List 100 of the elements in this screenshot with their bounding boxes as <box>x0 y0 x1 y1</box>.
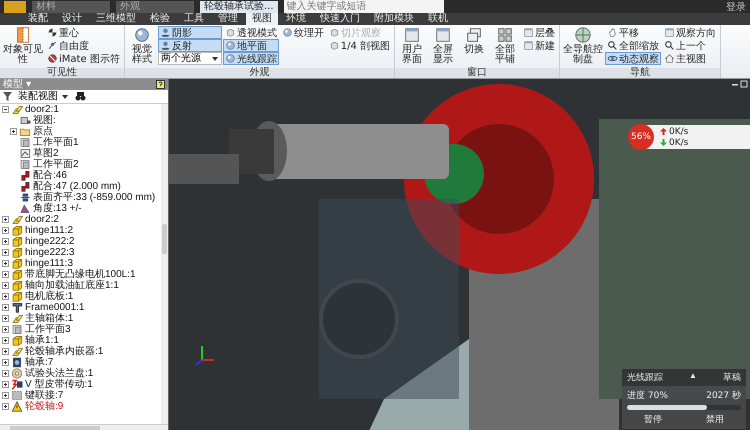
ribbon-tab[interactable]: 管理 <box>212 13 244 25</box>
tree-item[interactable]: door2:2 <box>25 214 59 225</box>
ribbon-button[interactable]: 光线跟踪 <box>222 52 279 65</box>
quality-setting[interactable]: 草稿 <box>722 371 741 384</box>
ribbon-button[interactable]: 切换 <box>459 26 490 55</box>
ribbon-tab[interactable]: 视图 <box>246 13 278 25</box>
tree-item[interactable]: 配合:46 <box>33 170 67 181</box>
ribbon-button[interactable]: 全部缩放 <box>605 39 662 52</box>
ribbon-button[interactable]: 透视模式 <box>222 26 279 39</box>
ribbon-tab[interactable]: 检验 <box>144 13 176 25</box>
scrollbar[interactable] <box>161 104 168 424</box>
network-speed-widget[interactable]: 56% 0K/s 0K/s <box>630 125 750 149</box>
ribbon-button[interactable]: 1/4 剖视图 <box>326 39 392 52</box>
ribbon-tab[interactable]: 环境 <box>280 13 312 25</box>
tree-item[interactable]: 键联接:7 <box>25 390 64 401</box>
tree-item[interactable]: 角度:13 +/- <box>33 203 82 214</box>
tree-item[interactable]: door2:1 <box>25 104 59 115</box>
filter-icon[interactable] <box>3 92 12 101</box>
expand-toggle[interactable] <box>2 326 9 333</box>
ribbon-button[interactable]: 视觉样式 <box>126 26 157 65</box>
ribbon-tab[interactable]: 工具 <box>178 13 210 25</box>
collapse-toggle[interactable] <box>2 106 9 113</box>
ribbon-tab[interactable]: 设计 <box>56 13 88 25</box>
ribbon-button[interactable]: 地平面 <box>222 39 279 52</box>
tree-item[interactable]: 试验头法兰盘:1 <box>25 368 94 379</box>
ribbon-tab[interactable]: 附加模块 <box>368 13 420 25</box>
ribbon-tab[interactable]: 装配 <box>22 13 54 25</box>
expand-toggle[interactable] <box>2 271 9 278</box>
panel-button[interactable]: 暂停 <box>641 413 665 426</box>
expand-toggle[interactable] <box>10 128 17 135</box>
ribbon-button[interactable]: 全部平铺 <box>490 26 520 65</box>
tree-item[interactable]: 工作平面3 <box>25 324 71 335</box>
ribbon-button[interactable]: iMate 图示符 <box>45 52 122 65</box>
expand-toggle[interactable] <box>2 304 9 311</box>
panel-button[interactable]: 禁用 <box>703 413 727 426</box>
expand-toggle[interactable] <box>2 403 9 410</box>
expand-toggle[interactable] <box>2 315 9 322</box>
tree-item[interactable]: 轴承1:1 <box>25 335 59 346</box>
tree-item[interactable]: 轮毂轴承内嵌器:1 <box>25 346 104 357</box>
ribbon-button[interactable]: 上一个 <box>662 39 718 52</box>
help-icon[interactable] <box>156 80 165 89</box>
ribbon-button[interactable]: 全导航控制盘 <box>562 26 604 65</box>
expand-toggle[interactable] <box>2 359 9 366</box>
tree-item[interactable]: 工作平面2 <box>33 159 79 170</box>
expand-toggle[interactable] <box>2 392 9 399</box>
app-logo-icon[interactable] <box>4 0 26 12</box>
tree-item[interactable]: 视图: <box>33 115 56 126</box>
binoculars-icon[interactable] <box>75 92 86 101</box>
tree-item[interactable]: 草图2 <box>33 148 59 159</box>
expand-toggle[interactable] <box>2 348 9 355</box>
ribbon-button[interactable]: 纹理开 <box>280 26 326 39</box>
tree-item[interactable]: 电机底板:1 <box>25 291 74 302</box>
ribbon-button[interactable]: 重心 <box>45 26 122 39</box>
ribbon-button[interactable]: 全屏显示 <box>428 26 458 65</box>
expand-toggle[interactable] <box>2 370 9 377</box>
ribbon-button[interactable]: 新建 <box>521 39 558 52</box>
ribbon-button[interactable]: 动态观察 <box>605 52 662 65</box>
expand-toggle[interactable] <box>2 337 9 344</box>
ribbon-button[interactable]: 层叠 <box>521 26 558 39</box>
ribbon-button[interactable]: 反射 <box>158 39 222 52</box>
scrollbar[interactable] <box>0 424 168 430</box>
expand-toggle[interactable] <box>2 249 9 256</box>
tree-item[interactable]: Frame0001:1 <box>25 302 84 313</box>
collapse-button[interactable]: ▲ <box>689 371 697 384</box>
expand-toggle[interactable] <box>2 293 9 300</box>
ribbon-button[interactable]: 主视图 <box>662 52 718 65</box>
expand-toggle[interactable] <box>2 227 9 234</box>
login-link[interactable]: 登录 <box>726 0 746 14</box>
window-controls-icon[interactable] <box>732 80 748 88</box>
lighting-dropdown[interactable]: 两个光源 <box>158 52 222 65</box>
expand-toggle[interactable] <box>2 282 9 289</box>
tree-item[interactable]: 配合:47 (2.000 mm) <box>33 181 121 192</box>
ribbon-button[interactable]: 对象可见性 <box>2 26 44 65</box>
tree-item[interactable]: 主轴箱体:1 <box>25 313 74 324</box>
expand-toggle[interactable] <box>2 260 9 267</box>
ribbon-tab[interactable]: 三维模型 <box>90 13 142 25</box>
tree-item[interactable]: V 型皮带传动:1 <box>25 379 93 390</box>
tree-item[interactable]: 工作平面1 <box>33 137 79 148</box>
search-field[interactable]: 键入关键字或短语 <box>284 0 444 13</box>
tree-item[interactable]: hinge222:2 <box>25 236 74 247</box>
expand-toggle[interactable] <box>2 238 9 245</box>
tree-item[interactable]: 轴向加载油缸底座1:1 <box>25 280 119 291</box>
tree-item[interactable]: 带底脚无凸缘电机100L:1 <box>25 269 136 280</box>
tree-item[interactable]: 表面齐平:33 (-859.000 mm) <box>33 192 156 203</box>
ribbon-button[interactable]: 观察方向 <box>662 26 718 39</box>
expand-toggle[interactable] <box>2 216 9 223</box>
tree-item[interactable]: hinge111:3 <box>25 258 74 269</box>
tree-item[interactable]: 轴承:7 <box>25 357 54 368</box>
ribbon-button[interactable]: 平移 <box>605 26 662 39</box>
view-dropdown[interactable]: 装配视图 <box>18 90 69 102</box>
ribbon-tab[interactable]: 联机 <box>422 13 454 25</box>
tree-item[interactable]: hinge222:3 <box>25 247 74 258</box>
ribbon-button[interactable]: 阴影 <box>158 26 222 39</box>
tree-item[interactable]: 轮毂轴:9 <box>25 401 64 412</box>
ribbon-button[interactable]: 自由度 <box>45 39 122 52</box>
tree-item[interactable]: 原点 <box>33 126 53 137</box>
ribbon-button[interactable]: 用户界面 <box>397 26 428 65</box>
ribbon-tab[interactable]: 快速入门 <box>314 13 366 25</box>
expand-toggle[interactable] <box>2 381 9 388</box>
tree-item[interactable]: hinge111:2 <box>25 225 74 236</box>
